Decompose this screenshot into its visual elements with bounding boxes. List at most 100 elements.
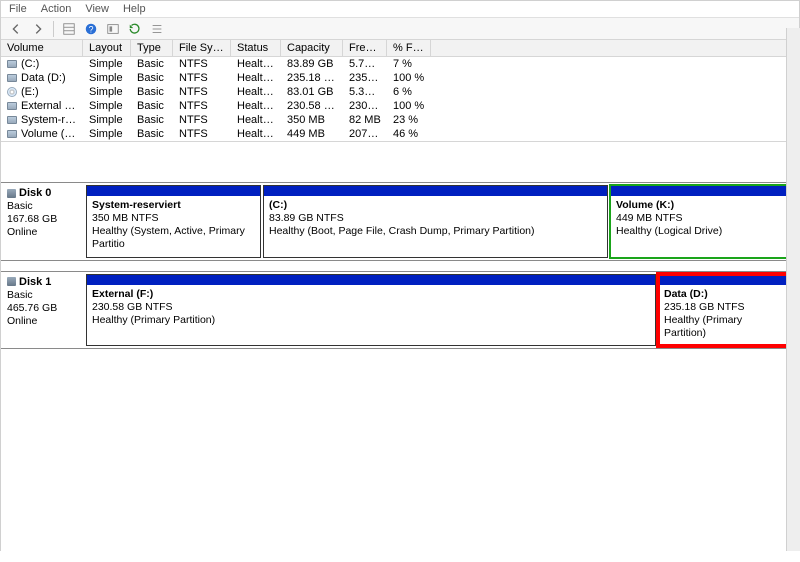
drive-icon: [7, 74, 17, 82]
cell-layout: Simple: [83, 85, 131, 99]
table-row[interactable]: External (F:)SimpleBasicNTFSHealthy ...2…: [1, 99, 799, 113]
cell-pct: 23 %: [387, 113, 431, 127]
cell-free: 235.08...: [343, 71, 387, 85]
volume-name: Volume (K:): [21, 128, 78, 140]
back-icon[interactable]: [7, 20, 25, 38]
volume-name: Data (D:): [21, 72, 66, 84]
menu-file[interactable]: File: [9, 3, 27, 15]
partition[interactable]: External (F:)230.58 GB NTFSHealthy (Prim…: [86, 274, 656, 347]
partition-container: External (F:)230.58 GB NTFS Healthy (Prim…: [86, 272, 799, 349]
partition-bar: [611, 186, 789, 196]
cell-status: Healthy ...: [231, 113, 281, 127]
col-type[interactable]: Type: [131, 40, 173, 56]
partition-name: System-reserviert: [92, 199, 255, 212]
cell-type: Basic: [131, 113, 173, 127]
col-filesystem[interactable]: File System: [173, 40, 231, 56]
cell-capacity: 449 MB: [281, 127, 343, 141]
cell-capacity: 230.58 GB: [281, 99, 343, 113]
cell-pct: 46 %: [387, 127, 431, 141]
settings-icon[interactable]: [104, 20, 122, 38]
drive-icon: [7, 130, 17, 138]
volume-grid: Volume Layout Type File System Status Ca…: [1, 40, 799, 142]
table-row[interactable]: (C:)SimpleBasicNTFSHealthy ...83.89 GB5.…: [1, 57, 799, 71]
partition-bar: [659, 275, 787, 285]
partition-info: Healthy (Logical Drive): [616, 225, 784, 238]
partition-bar: [87, 275, 655, 285]
col-pctfree[interactable]: % Free: [387, 40, 431, 56]
disk-size: 465.76 GB: [7, 302, 80, 314]
cell-fs: NTFS: [173, 57, 231, 71]
menu-action[interactable]: Action: [41, 3, 72, 15]
partition-size: 235.18 GB NTFS: [664, 301, 782, 314]
cell-layout: Simple: [83, 113, 131, 127]
toolbar: ?: [1, 18, 799, 40]
cell-status: Healthy ...: [231, 71, 281, 85]
partition-name: External (F:): [92, 288, 650, 301]
partition-size: 230.58 GB NTFS: [92, 301, 650, 314]
disk-name: Disk 0: [19, 187, 51, 199]
col-volume[interactable]: Volume: [1, 40, 83, 56]
disk-row: Disk 0Basic167.68 GBOnlineSystem-reservi…: [1, 182, 799, 261]
menu-view[interactable]: View: [85, 3, 109, 15]
partition[interactable]: (C:)83.89 GB NTFSHealthy (Boot, Page Fil…: [263, 185, 608, 258]
partition[interactable]: Data (D:)235.18 GB NTFSHealthy (Primary …: [658, 274, 788, 347]
cell-free: 5.34 GB: [343, 85, 387, 99]
disk-label[interactable]: Disk 0Basic167.68 GBOnline: [1, 183, 86, 260]
cell-capacity: 83.01 GB: [281, 85, 343, 99]
volume-name: (E:): [21, 86, 39, 98]
table-row[interactable]: Volume (K:)SimpleBasicNTFSHealthy ...449…: [1, 127, 799, 141]
cell-fs: NTFS: [173, 99, 231, 113]
cell-type: Basic: [131, 57, 173, 71]
volume-name: (C:): [21, 58, 39, 70]
volume-name: External (F:): [21, 100, 82, 112]
cell-capacity: 235.18 GB: [281, 71, 343, 85]
svg-text:?: ?: [89, 24, 94, 34]
cell-type: Basic: [131, 71, 173, 85]
partition-info: Healthy (Boot, Page File, Crash Dump, Pr…: [269, 225, 602, 238]
disk-type: Basic: [7, 200, 80, 212]
menu-help[interactable]: Help: [123, 3, 146, 15]
cell-pct: 100 %: [387, 71, 431, 85]
disk-pane: Disk 0Basic167.68 GBOnlineSystem-reservi…: [1, 142, 799, 562]
col-freespace[interactable]: Free S...: [343, 40, 387, 56]
cell-free: 207 MB: [343, 127, 387, 141]
disk-type: Basic: [7, 289, 80, 301]
disk-icon: [7, 277, 16, 286]
disk-label[interactable]: Disk 1Basic465.76 GBOnline: [1, 272, 86, 349]
table-row[interactable]: System-reservi...SimpleBasicNTFSHealthy …: [1, 113, 799, 127]
partition-name: Volume (K:): [616, 199, 784, 212]
cell-fs: NTFS: [173, 71, 231, 85]
help-icon[interactable]: ?: [82, 20, 100, 38]
table-row[interactable]: Data (D:)SimpleBasicNTFSHealthy ...235.1…: [1, 71, 799, 85]
cell-free: 82 MB: [343, 113, 387, 127]
cell-status: Healthy ...: [231, 57, 281, 71]
partition-bar: [87, 186, 260, 196]
list-icon[interactable]: [148, 20, 166, 38]
vertical-scrollbar[interactable]: [786, 28, 800, 551]
col-layout[interactable]: Layout: [83, 40, 131, 56]
partition[interactable]: Volume (K:)449 MB NTFSHealthy (Logical D…: [610, 185, 790, 258]
cell-status: Healthy ...: [231, 127, 281, 141]
cell-layout: Simple: [83, 57, 131, 71]
volume-name: System-reservi...: [21, 114, 83, 126]
cell-fs: NTFS: [173, 85, 231, 99]
cell-type: Basic: [131, 85, 173, 99]
partition-bar: [264, 186, 607, 196]
detail-view-icon[interactable]: [60, 20, 78, 38]
disk-state: Online: [7, 315, 80, 327]
forward-icon[interactable]: [29, 20, 47, 38]
cell-capacity: 83.89 GB: [281, 57, 343, 71]
partition-info: Healthy (Primary Partition): [664, 314, 782, 340]
cell-capacity: 350 MB: [281, 113, 343, 127]
cell-layout: Simple: [83, 99, 131, 113]
cell-fs: NTFS: [173, 113, 231, 127]
col-capacity[interactable]: Capacity: [281, 40, 343, 56]
partition[interactable]: System-reserviert350 MB NTFSHealthy (Sys…: [86, 185, 261, 258]
table-row[interactable]: (E:)SimpleBasicNTFSHealthy ...83.01 GB5.…: [1, 85, 799, 99]
col-status[interactable]: Status: [231, 40, 281, 56]
cell-pct: 100 %: [387, 99, 431, 113]
refresh-icon[interactable]: [126, 20, 144, 38]
disk-icon: [7, 189, 16, 198]
disk-size: 167.68 GB: [7, 213, 80, 225]
disk-name: Disk 1: [19, 276, 51, 288]
